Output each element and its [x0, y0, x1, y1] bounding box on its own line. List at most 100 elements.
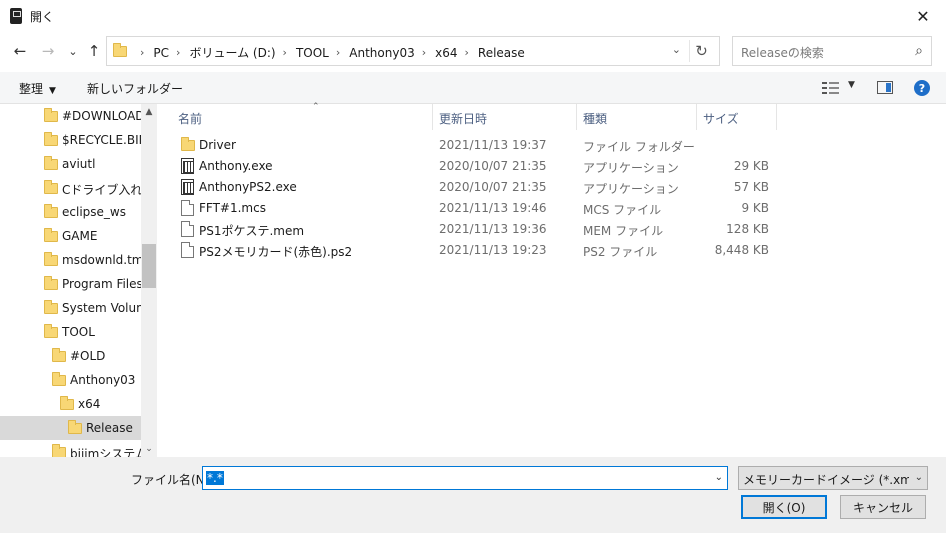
file-row[interactable]: Anthony.exe 2020/10/07 21:35 アプリケーション 29 KB	[176, 156, 776, 177]
nav-item[interactable]: Program Files	[0, 272, 143, 296]
address-bar[interactable]: › PC › ボリューム (D:) › TOOL › Anthony03 › x64 › Releas…	[106, 36, 720, 66]
chevron-right-icon[interactable]: ›	[176, 46, 180, 59]
file-row[interactable]: AnthonyPS2.exe 2020/10/07 21:35 アプリケーション 57…	[176, 177, 776, 198]
column-header-name[interactable]: 名前 ⌃	[172, 102, 433, 130]
nav-item[interactable]: bijimシステム	[0, 440, 147, 457]
chevron-down-icon[interactable]: ⌄	[715, 472, 723, 483]
nav-item[interactable]: eclipse_ws	[0, 200, 141, 224]
file-size: 9 KB	[741, 201, 769, 215]
chevron-down-icon[interactable]: ⌄	[672, 43, 681, 56]
file-name: PS2メモリカード(赤色).ps2	[199, 245, 353, 259]
recent-locations-button[interactable]: ⌄	[63, 41, 83, 61]
file-row[interactable]: FFT#1.mcs 2021/11/13 19:46 MCS ファイル 9 KB	[176, 198, 776, 219]
file-row[interactable]: Driver 2021/11/13 19:37 ファイル フォルダー	[176, 135, 776, 156]
sort-ascending-icon: ⌃	[312, 102, 320, 112]
nav-item[interactable]: aviutl	[0, 152, 141, 176]
navigation-scrollbar[interactable]: ▲ ⌄	[141, 104, 157, 457]
file-size: 8,448 KB	[714, 243, 769, 257]
breadcrumb-item[interactable]: TOOL	[296, 46, 329, 60]
column-size-label: サイズ	[703, 112, 739, 126]
nav-item[interactable]: System Volume	[0, 296, 155, 320]
file-name: AnthonyPS2.exe	[199, 180, 297, 194]
file-type-select[interactable]: メモリーカードイメージ (*.xmc,*.mem ⌄	[738, 466, 928, 490]
up-button[interactable]: ↑	[84, 41, 104, 61]
scroll-down-icon[interactable]: ⌄	[141, 441, 157, 457]
search-input[interactable]: Releaseの検索 ⌕	[732, 36, 932, 66]
file-row[interactable]: PS2メモリカード(赤色).ps2 2021/11/13 19:23 PS2 ファイ…	[176, 240, 776, 261]
organize-button[interactable]: 整理 ▼	[19, 80, 56, 97]
file-type: PS2 ファイル	[583, 245, 658, 259]
forward-button[interactable]: →	[38, 41, 58, 61]
nav-item[interactable]: #OLD	[0, 344, 141, 368]
search-placeholder: Releaseの検索	[741, 46, 824, 60]
folder-icon	[44, 252, 58, 266]
scroll-up-icon[interactable]: ▲	[141, 104, 157, 120]
view-options-icon[interactable]	[822, 81, 842, 95]
breadcrumb-item[interactable]: Anthony03	[349, 46, 414, 60]
file-icon	[181, 200, 194, 216]
column-name-label: 名前	[178, 112, 203, 126]
nav-item[interactable]: $RECYCLE.BIN	[0, 128, 148, 152]
nav-item[interactable]: #DOWNLOAD	[0, 104, 145, 128]
column-type-label: 種類	[583, 112, 608, 126]
nav-item[interactable]: x64	[0, 392, 141, 416]
file-date: 2020/10/07 21:35	[439, 180, 547, 194]
file-row[interactable]: PS1ポケステ.mem 2021/11/13 19:36 MEM ファイル 128 K…	[176, 219, 776, 240]
nav-item[interactable]: Release	[0, 416, 141, 440]
folder-icon	[44, 324, 58, 338]
open-button[interactable]: 開く(O)	[741, 495, 827, 519]
breadcrumb-item[interactable]: PC	[153, 46, 169, 60]
close-button[interactable]: ✕	[900, 0, 946, 32]
filename-input[interactable]: *.* ⌄	[202, 466, 728, 490]
folder-icon	[44, 228, 58, 242]
file-type: MCS ファイル	[583, 203, 662, 217]
nav-item[interactable]: Anthony03	[0, 368, 141, 392]
file-date: 2021/11/13 19:46	[439, 201, 547, 215]
filename-value: *.*	[206, 471, 224, 485]
column-header-date[interactable]: 更新日時	[433, 104, 577, 130]
search-icon: ⌕	[915, 43, 923, 59]
nav-item-label: Program Files	[62, 277, 143, 291]
file-type: アプリケーション	[583, 161, 679, 175]
breadcrumb-item[interactable]: Release	[478, 46, 525, 60]
nav-item-label: #DOWNLOAD	[62, 109, 145, 123]
cancel-button[interactable]: キャンセル	[840, 495, 926, 519]
nav-item[interactable]: GAME	[0, 224, 141, 248]
back-button[interactable]: ←	[10, 41, 30, 61]
folder-icon	[44, 108, 58, 122]
scroll-thumb[interactable]	[142, 244, 156, 288]
file-icon	[181, 221, 194, 237]
breadcrumb-item[interactable]: x64	[435, 46, 457, 60]
command-bar: 整理 ▼ 新しいフォルダー ▼ ?	[0, 72, 946, 104]
nav-item-label: msdownld.tmp	[62, 253, 152, 267]
help-button[interactable]: ?	[914, 80, 930, 96]
folder-icon	[68, 420, 82, 434]
chevron-right-icon[interactable]: ›	[422, 46, 426, 59]
chevron-right-icon[interactable]: ›	[465, 46, 469, 59]
column-header-type[interactable]: 種類	[577, 104, 697, 130]
chevron-right-icon[interactable]: ›	[283, 46, 287, 59]
chevron-right-icon[interactable]: ›	[140, 46, 144, 59]
chevron-right-icon[interactable]: ›	[336, 46, 340, 59]
new-folder-button[interactable]: 新しいフォルダー	[87, 80, 183, 97]
navigation-bar: ← → ⌄ ↑ › PC › ボリューム (D:) › TOOL › Anthony03 › x6…	[0, 32, 946, 70]
nav-item[interactable]: msdownld.tmp	[0, 248, 151, 272]
file-type: アプリケーション	[583, 182, 679, 196]
view-dropdown-icon[interactable]: ▼	[848, 80, 855, 90]
refresh-button[interactable]: ↻	[689, 40, 713, 62]
nav-item-label: aviutl	[62, 157, 96, 171]
file-type-value: メモリーカードイメージ (*.xmc,*.mem	[743, 473, 909, 487]
breadcrumb-item[interactable]: ボリューム (D:)	[189, 44, 275, 61]
title-bar: 開く ✕	[0, 0, 946, 32]
folder-icon	[44, 300, 58, 314]
nav-item[interactable]: TOOL	[0, 320, 141, 344]
file-date: 2021/11/13 19:23	[439, 243, 547, 257]
nav-item[interactable]: Cドライブ入れ替え	[0, 176, 157, 200]
chevron-down-icon: ⌄	[914, 472, 923, 483]
column-header-size[interactable]: サイズ	[697, 104, 777, 130]
file-name: Anthony.exe	[199, 159, 273, 173]
file-date: 2020/10/07 21:35	[439, 159, 547, 173]
file-type: ファイル フォルダー	[583, 140, 695, 154]
exe-icon	[181, 158, 194, 174]
preview-pane-icon[interactable]	[877, 81, 893, 94]
